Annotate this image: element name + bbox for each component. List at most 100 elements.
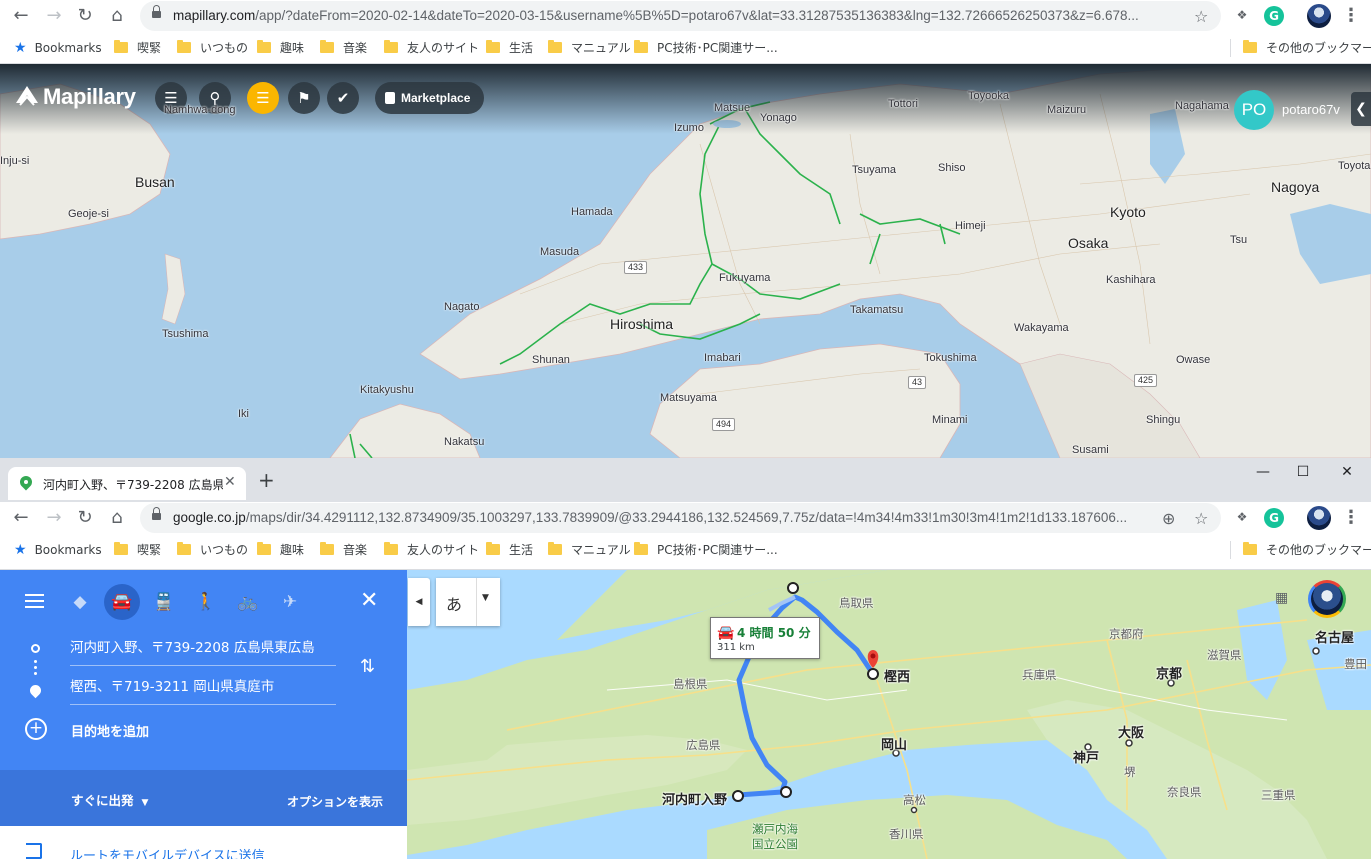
address-bar[interactable]: mapillary.com/app/?dateFrom=2020-02-14&d… — [140, 1, 1221, 31]
bicycle-icon[interactable]: 🚲 — [233, 587, 263, 617]
home-icon[interactable]: ⌂ — [105, 506, 129, 530]
add-destination-plus-icon[interactable]: + — [25, 718, 47, 740]
filter-icon[interactable]: ☰ — [247, 82, 279, 114]
send-to-device-link[interactable]: ルートをモバイルデバイスに送信 — [70, 845, 265, 859]
collapse-panel-chevron-icon[interactable]: ◀ — [408, 578, 430, 626]
bookmark-folder[interactable]: 喫緊 — [114, 542, 161, 558]
extension-icon[interactable]: ❖ — [1235, 8, 1249, 22]
grammarly-icon[interactable]: G — [1264, 508, 1284, 528]
bookmark-folder[interactable]: いつもの — [177, 40, 248, 56]
map-label: 島根県 — [673, 677, 708, 691]
departure-options-bar: すぐに出発 ▼ オプションを表示 — [0, 770, 407, 826]
user-avatar[interactable]: PO — [1234, 90, 1274, 130]
tab-close-icon[interactable]: ✕ — [224, 474, 236, 490]
bookmark-folder[interactable]: マニュアル — [548, 40, 631, 56]
folder-icon — [320, 40, 334, 53]
traffic-sign-icon[interactable]: ⚑ — [288, 82, 320, 114]
best-route-icon[interactable]: ◆ — [65, 587, 95, 617]
directions-header: ◆ 🚘 🚆 🚶 🚲 ✈ ✕ 河内町入野、〒739-2208 広島県東広島 樫西、… — [0, 570, 407, 770]
dropdown-caret-icon: ▼ — [141, 798, 149, 808]
google-maps-app: ◆ 🚘 🚆 🚶 🚲 ✈ ✕ 河内町入野、〒739-2208 広島県東広島 樫西、… — [0, 570, 1371, 859]
marketplace-button[interactable]: Marketplace — [375, 82, 485, 114]
send-to-device-icon[interactable] — [26, 843, 42, 859]
tab-title: 河内町入野、〒739-2208 広島県東 — [43, 478, 223, 492]
map-label: Matsue — [714, 102, 751, 114]
bookmarks-apps[interactable]: ★ Bookmarks — [14, 40, 102, 56]
transit-icon[interactable]: 🚆 — [149, 587, 179, 617]
map-basemap — [407, 570, 1371, 859]
mapillary-logo-icon — [14, 83, 40, 109]
bookmark-folder[interactable]: 生活 — [486, 542, 533, 558]
bookmark-folder[interactable]: 趣味 — [257, 542, 304, 558]
bookmark-folder[interactable]: マニュアル — [548, 542, 631, 558]
folder-icon — [548, 40, 562, 53]
bookmark-folder[interactable]: 音楽 — [320, 40, 367, 56]
forward-icon[interactable]: → — [42, 4, 66, 28]
window-close-icon[interactable]: ✕ — [1335, 464, 1359, 484]
input-tools-button[interactable]: あ ▼ — [436, 578, 500, 626]
depart-now-dropdown[interactable]: すぐに出発 ▼ — [71, 790, 148, 809]
minimize-icon[interactable]: — — [1251, 464, 1275, 484]
route-summary-card[interactable]: 🚘 4 時間 50 分 311 km — [710, 617, 820, 659]
menu-kebab-icon[interactable]: ⋮ — [1341, 506, 1361, 530]
car-icon[interactable]: 🚘 — [104, 584, 140, 620]
google-apps-grid-icon[interactable]: ▦ — [1275, 590, 1291, 606]
bookmark-folder[interactable]: 音楽 — [320, 542, 367, 558]
new-tab-plus-icon[interactable]: + — [258, 470, 275, 490]
folder-icon — [114, 40, 128, 53]
bookmarks-apps[interactable]: ★ Bookmarks — [14, 542, 102, 558]
forward-icon[interactable]: → — [42, 506, 66, 530]
map-label: Himeji — [955, 220, 986, 232]
reload-icon[interactable]: ↻ — [73, 506, 97, 530]
profile-avatar[interactable] — [1307, 506, 1331, 530]
tab-google-maps[interactable]: 河内町入野、〒739-2208 広島県東 ✕ — [8, 467, 246, 500]
maximize-icon[interactable]: ☐ — [1291, 464, 1315, 484]
grammarly-icon[interactable]: G — [1264, 6, 1284, 26]
address-bar[interactable]: google.co.jp/maps/dir/34.4291112,132.873… — [140, 503, 1221, 533]
walking-icon[interactable]: 🚶 — [191, 587, 221, 617]
install-app-icon[interactable]: ⊕ — [1162, 509, 1175, 528]
map-label: Busan — [135, 174, 175, 190]
other-bookmarks[interactable]: その他のブックマーク — [1243, 542, 1371, 558]
reload-icon[interactable]: ↻ — [73, 4, 97, 28]
map-label: 鳥取県 — [839, 596, 874, 610]
profile-avatar[interactable] — [1307, 4, 1331, 28]
travel-modes: ◆ 🚘 🚆 🚶 🚲 ✈ — [0, 584, 407, 620]
back-icon[interactable]: ← — [9, 4, 33, 28]
bookmark-folder[interactable]: 趣味 — [257, 40, 304, 56]
dropdown-caret-icon[interactable]: ▼ — [482, 593, 489, 603]
map-label: Kashihara — [1106, 274, 1156, 286]
add-destination-button[interactable]: 目的地を追加 — [71, 721, 149, 740]
map-feature-icon[interactable]: ✔ — [327, 82, 359, 114]
other-bookmarks[interactable]: その他のブックマーク — [1243, 40, 1371, 56]
flight-icon[interactable]: ✈ — [275, 587, 305, 617]
bookmark-folder[interactable]: 友人のサイト — [384, 40, 479, 56]
home-icon[interactable]: ⌂ — [105, 4, 129, 28]
bookmark-star-icon[interactable]: ☆ — [1194, 7, 1208, 26]
bookmark-folder[interactable]: 友人のサイト — [384, 542, 479, 558]
map-label: Imabari — [704, 352, 741, 364]
extension-icon[interactable]: ❖ — [1235, 510, 1249, 524]
menu-kebab-icon[interactable]: ⋮ — [1341, 4, 1361, 28]
map-label: Shingu — [1146, 414, 1181, 426]
map-label: Takamatsu — [850, 304, 904, 316]
mapillary-map[interactable]: Mapillary ☰ ⚲ ☰ ⚑ ✔ Marketplace PO potar… — [0, 64, 1371, 458]
bookmark-folder[interactable]: 生活 — [486, 40, 533, 56]
swap-locations-icon[interactable]: ⇅ — [360, 656, 375, 677]
mapillary-logo[interactable]: Mapillary — [14, 83, 136, 110]
destination-input[interactable]: 樫西、〒719-3211 岡山県真庭市 — [70, 675, 336, 705]
bookmark-folder[interactable]: いつもの — [177, 542, 248, 558]
bookmark-folder[interactable]: 喫緊 — [114, 40, 161, 56]
close-directions-icon[interactable]: ✕ — [360, 588, 378, 613]
google-account-avatar[interactable] — [1308, 580, 1346, 618]
show-options-button[interactable]: オプションを表示 — [287, 793, 383, 810]
google-map[interactable]: ◀ あ ▼ 🚘 4 時間 50 分 311 km 鳥取県 京都府 島根県 兵庫県… — [407, 570, 1371, 859]
username[interactable]: potaro67v — [1282, 102, 1340, 117]
bookmark-folder[interactable]: PC技術･PC関連サー... — [634, 40, 778, 56]
bookmark-folder[interactable]: PC技術･PC関連サー... — [634, 542, 778, 558]
origin-input[interactable]: 河内町入野、〒739-2208 広島県東広島 — [70, 636, 336, 666]
map-label: Namhwa-dong — [164, 104, 236, 116]
back-icon[interactable]: ← — [9, 506, 33, 530]
collapse-panel-chevron-icon[interactable]: ❮ — [1351, 92, 1371, 126]
bookmark-star-icon[interactable]: ☆ — [1194, 509, 1208, 528]
